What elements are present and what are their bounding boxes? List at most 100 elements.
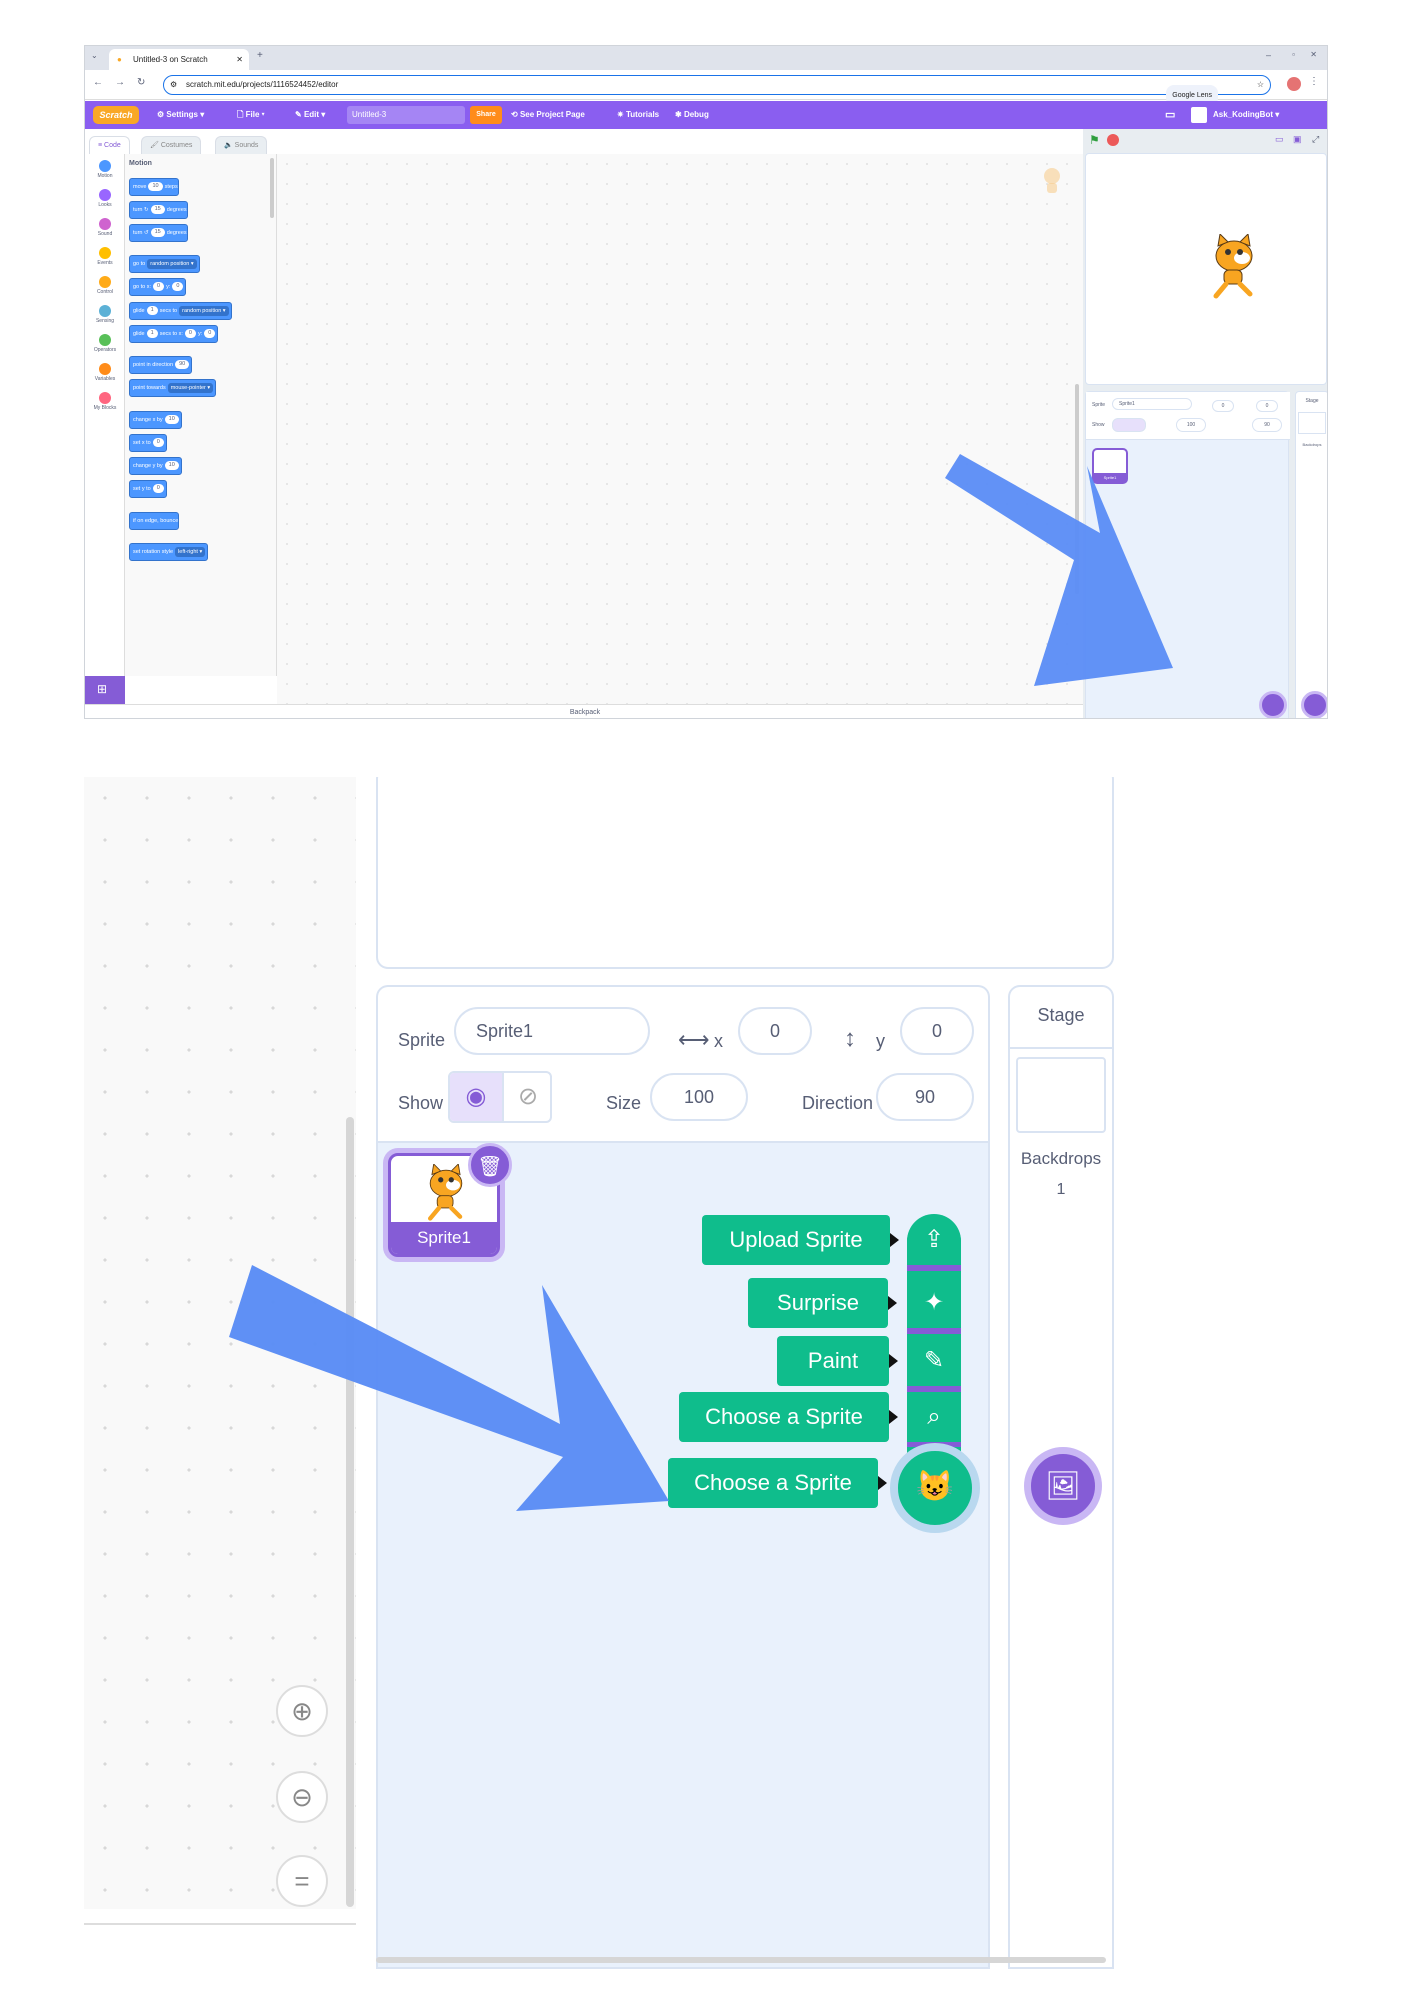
y-small[interactable]: 0 xyxy=(1256,400,1278,412)
show-visible-icon[interactable]: ◉ xyxy=(450,1073,502,1121)
brush-icon[interactable]: ✎ xyxy=(907,1336,961,1386)
cat-sprite-icon[interactable] xyxy=(1206,234,1262,300)
add-extension-button[interactable]: ⊞ xyxy=(85,676,125,704)
account-menu[interactable]: Ask_KodingBot ▾ xyxy=(1213,101,1279,129)
small-stage-icon[interactable]: ▭ xyxy=(1275,134,1284,145)
surprise-tooltip[interactable]: Surprise xyxy=(748,1278,897,1328)
settings-menu[interactable]: ⚙ Settings ▾ xyxy=(157,101,204,129)
paint-tooltip[interactable]: Paint xyxy=(777,1336,898,1386)
block-change-y[interactable]: change y by 10 xyxy=(129,457,182,475)
large-stage-icon[interactable]: ▣ xyxy=(1293,134,1302,145)
category-control[interactable]: Control xyxy=(85,276,125,295)
category-looks[interactable]: Looks xyxy=(85,189,125,208)
block-glide-to[interactable]: glide 1 secs to random position ▾ xyxy=(129,302,232,320)
tab-close-icon[interactable]: ✕ xyxy=(236,49,243,70)
block-change-x[interactable]: change x by 10 xyxy=(129,411,182,429)
category-sensing[interactable]: Sensing xyxy=(85,305,125,324)
workspace-scrollbar[interactable] xyxy=(1075,384,1079,594)
browser-tab[interactable]: ● Untitled-3 on Scratch ✕ xyxy=(109,49,249,70)
reload-icon[interactable]: ↻ xyxy=(137,77,145,88)
choose-backdrop-button-small[interactable] xyxy=(1301,691,1327,718)
see-project-page-button[interactable]: ⟲ See Project Page xyxy=(511,101,585,129)
scratch-logo[interactable]: Scratch xyxy=(93,106,139,124)
my-stuff-folder-icon[interactable]: ▭ xyxy=(1165,101,1175,129)
zoom-in-button[interactable]: ⊕ xyxy=(276,1685,328,1737)
tab-costumes[interactable]: 🖌 Costumes xyxy=(141,136,202,154)
search-icon[interactable]: ⌕ xyxy=(907,1392,961,1442)
back-icon[interactable]: ← xyxy=(93,77,103,88)
browser-menu-icon[interactable]: ⋮ xyxy=(1309,76,1319,87)
category-variables[interactable]: Variables xyxy=(85,363,125,382)
minimize-icon[interactable]: – xyxy=(1266,50,1271,60)
share-button[interactable]: Share xyxy=(470,106,502,124)
green-flag-icon[interactable]: ⚑ xyxy=(1089,133,1100,147)
upload-sprite-tooltip[interactable]: Upload Sprite xyxy=(702,1215,899,1265)
block-go-to[interactable]: go to random position ▾ xyxy=(129,255,200,273)
size-input[interactable]: 100 xyxy=(650,1073,748,1121)
category-sound[interactable]: Sound xyxy=(85,218,125,237)
window-close-icon[interactable]: ✕ xyxy=(1310,50,1317,59)
category-operators[interactable]: Operators xyxy=(85,334,125,353)
block-go-to-xy[interactable]: go to x: 0 y: 0 xyxy=(129,278,187,296)
block-point-direction[interactable]: point in direction 90 xyxy=(129,356,193,374)
palette-scrollbar[interactable] xyxy=(270,158,274,218)
upload-icon[interactable]: ⇪ xyxy=(907,1215,961,1265)
project-title-input[interactable]: Untitled-3 xyxy=(347,106,465,124)
tab-list-icon[interactable]: ⌄ xyxy=(91,51,98,60)
show-hidden-icon[interactable]: ⊘ xyxy=(502,1073,550,1121)
url-input[interactable]: ⚙ scratch.mit.edu/projects/1116524452/ed… xyxy=(163,75,1271,106)
size-small[interactable]: 100 xyxy=(1176,418,1206,432)
sprite-name-input[interactable]: Sprite1 xyxy=(454,1007,650,1055)
stage-canvas-zoomed[interactable] xyxy=(376,777,1114,969)
choose-sprite-button[interactable]: 😺 xyxy=(890,1443,980,1533)
tutorials-button[interactable]: ✷ Tutorials xyxy=(617,101,659,129)
maximize-icon[interactable]: ▫ xyxy=(1292,50,1295,59)
tab-code[interactable]: ≡ Code xyxy=(89,136,130,154)
category-events[interactable]: Events xyxy=(85,247,125,266)
stage-panel-small[interactable]: Stage Backdrops xyxy=(1295,391,1327,718)
sprite-name-small[interactable]: Sprite1 xyxy=(1112,398,1192,410)
direction-small[interactable]: 90 xyxy=(1252,418,1282,432)
forward-icon[interactable]: → xyxy=(115,77,125,88)
stage-canvas[interactable] xyxy=(1085,153,1327,385)
zoom-out-button[interactable]: ⊖ xyxy=(276,1771,328,1823)
y-input[interactable]: 0 xyxy=(900,1007,974,1055)
debug-button[interactable]: ✱ Debug xyxy=(675,101,709,129)
site-info-icon[interactable]: ⚙ xyxy=(170,76,177,93)
profile-avatar[interactable] xyxy=(1287,77,1301,91)
block-bounce[interactable]: if on edge, bounce xyxy=(129,512,180,530)
bottom-scrollbar[interactable] xyxy=(376,1957,1106,1963)
new-tab-icon[interactable]: + xyxy=(257,50,263,61)
user-avatar[interactable] xyxy=(1191,107,1207,123)
fullscreen-icon[interactable]: ⤢ xyxy=(1312,134,1319,145)
zoom-reset-button[interactable]: = xyxy=(276,1855,328,1907)
show-toggle-small[interactable] xyxy=(1112,418,1146,432)
choose-sprite-button-small[interactable] xyxy=(1259,691,1287,718)
block-set-y[interactable]: set y to 0 xyxy=(129,480,167,498)
sprite-tile-small[interactable]: Sprite1 xyxy=(1092,448,1128,484)
backpack-bar[interactable]: Backpack xyxy=(85,704,1085,718)
edit-menu[interactable]: ✎ Edit ▾ xyxy=(295,101,325,129)
workspace-scrollbar-zoomed[interactable] xyxy=(346,1117,354,1907)
bookmark-star-icon[interactable]: ☆ xyxy=(1257,76,1264,93)
choose-sprite-tooltip[interactable]: Choose a Sprite xyxy=(679,1392,898,1442)
block-turn-left[interactable]: turn ↺ 15 degrees xyxy=(129,224,188,242)
file-menu[interactable]: 🗋 File ▾ xyxy=(237,101,265,129)
block-rotation-style[interactable]: set rotation style left-right ▾ xyxy=(129,543,209,561)
sparkle-icon[interactable]: ✦ xyxy=(907,1278,961,1328)
block-glide-xy[interactable]: glide 1 secs to x: 0 y: 0 xyxy=(129,325,219,343)
backpack-bar-zoomed[interactable] xyxy=(84,1923,356,1969)
stop-icon[interactable] xyxy=(1107,134,1119,146)
direction-input[interactable]: 90 xyxy=(876,1073,974,1121)
choose-backdrop-button[interactable]: 🖼 xyxy=(1024,1447,1102,1525)
workspace-zoomed[interactable] xyxy=(84,777,356,1909)
code-workspace[interactable]: ⊕ ⊖ = xyxy=(277,154,1179,704)
block-turn-right[interactable]: turn ↻ 15 degrees xyxy=(129,201,188,219)
block-point-towards[interactable]: point towards mouse-pointer ▾ xyxy=(129,379,217,397)
category-motion[interactable]: Motion xyxy=(85,160,125,179)
block-move[interactable]: move 10 steps xyxy=(129,178,179,196)
x-input[interactable]: 0 xyxy=(738,1007,812,1055)
choose-sprite-main-tooltip[interactable]: Choose a Sprite xyxy=(668,1458,887,1508)
category-my-blocks[interactable]: My Blocks xyxy=(85,392,125,411)
block-set-x[interactable]: set x to 0 xyxy=(129,434,167,452)
